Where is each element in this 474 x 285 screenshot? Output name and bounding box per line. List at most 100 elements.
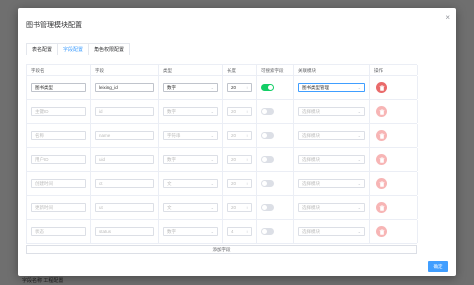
stepper-icon[interactable]: ↕ (246, 180, 248, 187)
searchable-toggle[interactable] (261, 132, 274, 139)
stepper-icon[interactable]: ↕ (246, 204, 248, 211)
close-icon[interactable]: × (445, 14, 450, 22)
field-name-input[interactable]: 图书类型 (31, 83, 86, 92)
field-name-input[interactable]: 名称 (31, 131, 86, 140)
type-select[interactable]: 数字 ⌄ (163, 227, 218, 236)
delete-row-button[interactable] (376, 154, 387, 165)
cell-searchable (257, 196, 294, 219)
table-row: 更新时间 ut 文 ⌄ 20 ↕ 选择模块 ⌄ (27, 196, 418, 220)
chevron-down-icon: ⌄ (210, 133, 214, 138)
tab-field-config[interactable]: 字段配置 (58, 43, 90, 55)
module-select-value: 选择模块 (302, 181, 320, 186)
searchable-toggle[interactable] (261, 108, 274, 115)
stepper-icon[interactable]: ↕ (246, 84, 248, 91)
length-input[interactable]: 20 ↕ (227, 107, 252, 116)
cell-type: 数字 ⌄ (159, 100, 223, 123)
module-select-value: 选择模块 (302, 205, 320, 210)
stepper-icon[interactable]: ↕ (246, 228, 248, 235)
field-name-input[interactable]: 创建时间 (31, 179, 86, 188)
field-key-input[interactable]: status (95, 227, 154, 236)
delete-row-button[interactable] (376, 202, 387, 213)
backdrop-text: 字段名称 工程配置 (22, 278, 64, 284)
field-key-input[interactable]: ut (95, 203, 154, 212)
type-select[interactable]: 数字 ⌄ (163, 83, 218, 92)
stepper-icon[interactable]: ↕ (246, 108, 248, 115)
length-input[interactable]: 20 ↕ (227, 155, 252, 164)
searchable-toggle[interactable] (261, 204, 274, 211)
tab-bar: 表名配置 字段配置 角色权限配置 (26, 43, 131, 55)
type-select[interactable]: 数字 ⌄ (163, 155, 218, 164)
cell-length: 20 ↕ (223, 76, 257, 99)
field-name-input[interactable]: 状态 (31, 227, 86, 236)
cell-type: 字符串 ⌄ (159, 124, 223, 147)
cell-module: 选择模块 ⌄ (294, 196, 370, 219)
module-select[interactable]: 选择模块 ⌄ (298, 155, 365, 164)
field-key-input[interactable]: name (95, 131, 154, 140)
length-input[interactable]: 20 ↕ (227, 131, 252, 140)
type-select[interactable]: 文 ⌄ (163, 203, 218, 212)
toggle-knob (268, 85, 273, 90)
length-value: 20 (231, 85, 237, 90)
module-select[interactable]: 选择模块 ⌄ (298, 107, 365, 116)
field-key-input[interactable]: ct (95, 179, 154, 188)
tab-role-permission[interactable]: 角色权限配置 (89, 43, 131, 55)
field-key-input[interactable]: leixing_id (95, 83, 154, 92)
cell-searchable (257, 124, 294, 147)
trash-icon (379, 132, 384, 139)
cell-actions (370, 100, 418, 123)
module-select[interactable]: 选择模块 ⌄ (298, 131, 365, 140)
module-select[interactable]: 选择模块 ⌄ (298, 203, 365, 212)
delete-row-button[interactable] (376, 106, 387, 117)
module-select-value: 选择模块 (302, 109, 320, 114)
header-field: 字段 (91, 65, 159, 75)
length-input[interactable]: 20 ↕ (227, 203, 252, 212)
searchable-toggle[interactable] (261, 180, 274, 187)
chevron-down-icon: ⌄ (210, 85, 214, 90)
type-select[interactable]: 字符串 ⌄ (163, 131, 218, 140)
length-value: 20 (231, 181, 237, 186)
field-name-input[interactable]: 更新时间 (31, 203, 86, 212)
type-select[interactable]: 数字 ⌄ (163, 107, 218, 116)
cell-actions (370, 220, 418, 243)
searchable-toggle[interactable] (261, 156, 274, 163)
stepper-icon[interactable]: ↕ (246, 156, 248, 163)
length-input[interactable]: 4 ↕ (227, 227, 252, 236)
cell-length: 20 ↕ (223, 148, 257, 171)
cell-field-name: 主键ID (27, 100, 91, 123)
module-select[interactable]: 选择模块 ⌄ (298, 179, 365, 188)
cell-searchable (257, 100, 294, 123)
field-name-input[interactable]: 用户ID (31, 155, 86, 164)
length-input[interactable]: 20 ↕ (227, 179, 252, 188)
add-field-button[interactable]: 添加字段 (26, 245, 417, 254)
delete-row-button[interactable] (376, 178, 387, 189)
trash-icon (379, 228, 384, 235)
type-select[interactable]: 文 ⌄ (163, 179, 218, 188)
type-select-value: 字符串 (167, 133, 181, 138)
tab-table-name[interactable]: 表名配置 (26, 43, 59, 55)
cell-field: uid (91, 148, 159, 171)
cell-searchable (257, 220, 294, 243)
searchable-toggle[interactable] (261, 84, 274, 91)
length-input[interactable]: 20 ↕ (227, 83, 252, 92)
stepper-icon[interactable]: ↕ (246, 132, 248, 139)
delete-row-button[interactable] (376, 226, 387, 237)
field-name-input[interactable]: 主键ID (31, 107, 86, 116)
delete-row-button[interactable] (376, 130, 387, 141)
length-value: 4 (231, 229, 234, 234)
header-searchable: 可搜索字段 (257, 65, 294, 75)
confirm-button[interactable]: 确定 (428, 261, 448, 272)
table-row: 用户ID uid 数字 ⌄ 20 ↕ 选择模块 ⌄ (27, 148, 418, 172)
searchable-toggle[interactable] (261, 228, 274, 235)
delete-row-button[interactable] (376, 82, 387, 93)
chevron-down-icon: ⌄ (357, 181, 361, 186)
table-row: 状态 status 数字 ⌄ 4 ↕ 选择模块 ⌄ (27, 220, 418, 244)
field-key-input[interactable]: uid (95, 155, 154, 164)
cell-field: id (91, 100, 159, 123)
chevron-down-icon: ⌄ (210, 109, 214, 114)
cell-searchable (257, 76, 294, 99)
module-select[interactable]: 图书类型管理 ⌄ (298, 83, 365, 92)
chevron-down-icon: ⌄ (357, 157, 361, 162)
module-select[interactable]: 选择模块 ⌄ (298, 227, 365, 236)
cell-field-name: 更新时间 (27, 196, 91, 219)
field-key-input[interactable]: id (95, 107, 154, 116)
